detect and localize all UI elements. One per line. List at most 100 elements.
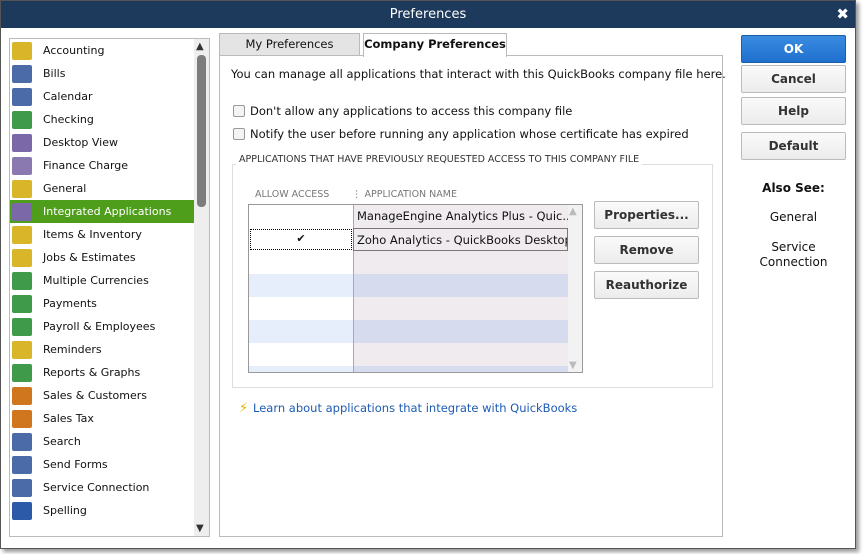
reminders-icon: [12, 340, 32, 359]
allow-access-cell[interactable]: [249, 320, 353, 343]
sidebar-item-sales-customers[interactable]: Sales & Customers: [10, 384, 194, 407]
sidebar-item-label: Payments: [43, 297, 97, 310]
sidebar-item-reports-graphs[interactable]: Reports & Graphs: [10, 361, 194, 384]
intro-text: You can manage all applications that int…: [231, 67, 726, 81]
sidebar-item-jobs-estimates[interactable]: Jobs & Estimates: [10, 246, 194, 269]
scroll-down-icon[interactable]: ▼: [196, 523, 204, 534]
notify-checkbox[interactable]: [233, 128, 245, 140]
allow-access-cell[interactable]: ✔: [249, 228, 353, 251]
sidebar-item-label: Checking: [43, 113, 94, 126]
items-inventory-icon: [12, 225, 32, 244]
sidebar-item-calendar[interactable]: Calendar: [10, 85, 194, 108]
sidebar-item-label: Desktop View: [43, 136, 118, 149]
sidebar-item-general[interactable]: General: [10, 177, 194, 200]
application-name-cell[interactable]: [353, 274, 568, 297]
table-row[interactable]: ✔ Zoho Analytics - QuickBooks Desktop: [249, 228, 568, 251]
allow-access-cell[interactable]: [249, 343, 353, 366]
multiple-currencies-icon: [12, 271, 32, 290]
send-forms-icon: [12, 455, 32, 474]
scroll-thumb[interactable]: [197, 55, 206, 207]
applications-table: ▲ ▼ ManageEngine Analytics Plus - Quic...…: [248, 204, 583, 373]
ok-button[interactable]: OK: [741, 35, 846, 63]
application-name-cell[interactable]: [353, 251, 568, 274]
learn-link[interactable]: Learn about applications that integrate …: [253, 401, 577, 415]
table-row[interactable]: [249, 343, 568, 366]
tab-my-preferences[interactable]: My Preferences: [219, 33, 360, 56]
dont-allow-checkbox[interactable]: [233, 105, 245, 117]
sidebar-item-integrated-applications[interactable]: Integrated Applications: [10, 200, 194, 223]
sidebar-item-search[interactable]: Search: [10, 430, 194, 453]
application-name-cell[interactable]: [353, 366, 568, 372]
application-name-cell[interactable]: ManageEngine Analytics Plus - Quic...: [353, 205, 568, 228]
search-icon: [12, 432, 32, 451]
sidebar-item-payments[interactable]: Payments: [10, 292, 194, 315]
cancel-button[interactable]: Cancel: [741, 65, 846, 93]
sales-customers-icon: [12, 386, 32, 405]
calendar-icon: [12, 87, 32, 106]
default-button[interactable]: Default: [741, 132, 846, 160]
sidebar-item-label: Reminders: [43, 343, 102, 356]
preferences-dialog: Preferences ✖ ▲ ▼ Accounting Bills Calendar C…: [0, 0, 856, 549]
sidebar-item-reminders[interactable]: Reminders: [10, 338, 194, 361]
general-icon: [12, 179, 32, 198]
application-name-cell[interactable]: Zoho Analytics - QuickBooks Desktop: [353, 228, 568, 251]
col-allow-access[interactable]: ALLOW ACCESS: [255, 189, 329, 200]
sidebar-item-label: Send Forms: [43, 458, 108, 471]
sidebar-item-label: Service Connection: [43, 481, 150, 494]
title-bar: Preferences ✖: [1, 1, 855, 28]
table-row[interactable]: [249, 320, 568, 343]
close-icon[interactable]: ✖: [836, 1, 849, 28]
reauthorize-button[interactable]: Reauthorize: [594, 271, 699, 299]
sidebar-item-label: General: [43, 182, 87, 195]
table-row[interactable]: [249, 297, 568, 320]
list-scrollbar[interactable]: ▲ ▼: [194, 39, 209, 536]
spelling-icon: [12, 501, 32, 520]
application-name-cell[interactable]: [353, 343, 568, 366]
finance-charge-icon: [12, 156, 32, 175]
table-row[interactable]: [249, 251, 568, 274]
table-row[interactable]: [249, 274, 568, 297]
sidebar-item-items-inventory[interactable]: Items & Inventory: [10, 223, 194, 246]
allow-access-cell[interactable]: [249, 251, 353, 274]
sidebar-item-bills[interactable]: Bills: [10, 62, 194, 85]
sidebar-item-sales-tax[interactable]: Sales Tax: [10, 407, 194, 430]
service-line2: Connection: [759, 255, 828, 269]
allow-access-cell[interactable]: [249, 274, 353, 297]
scroll-up-icon[interactable]: ▲: [569, 206, 577, 217]
sidebar-item-send-forms[interactable]: Send Forms: [10, 453, 194, 476]
table-row[interactable]: ManageEngine Analytics Plus - Quic...: [249, 205, 568, 228]
allow-access-cell[interactable]: [249, 297, 353, 320]
table-scrollbar[interactable]: ▲ ▼: [567, 205, 582, 372]
lightning-icon: ⚡: [239, 401, 249, 416]
also-see-service-connection[interactable]: Service Connection: [741, 240, 846, 270]
desktop-view-icon: [12, 133, 32, 152]
sidebar-item-desktop-view[interactable]: Desktop View: [10, 131, 194, 154]
sidebar-item-label: Reports & Graphs: [43, 366, 141, 379]
scroll-down-icon[interactable]: ▼: [569, 360, 577, 371]
remove-button[interactable]: Remove: [594, 236, 699, 264]
dont-allow-label[interactable]: Don't allow any applications to access t…: [250, 104, 572, 118]
sidebar-item-multiple-currencies[interactable]: Multiple Currencies: [10, 269, 194, 292]
scroll-up-icon[interactable]: ▲: [196, 41, 204, 52]
help-button[interactable]: Help: [741, 97, 846, 125]
table-row[interactable]: [249, 366, 568, 372]
properties-button[interactable]: Properties...: [594, 201, 699, 229]
notify-label[interactable]: Notify the user before running any appli…: [250, 127, 689, 141]
sidebar-item-label: Search: [43, 435, 81, 448]
col-application-name[interactable]: ⋮ APPLICATION NAME: [352, 189, 457, 200]
sidebar-item-payroll-employees[interactable]: Payroll & Employees: [10, 315, 194, 338]
application-name-cell[interactable]: [353, 297, 568, 320]
sidebar-item-accounting[interactable]: Accounting: [10, 39, 194, 62]
sidebar-item-finance-charge[interactable]: Finance Charge: [10, 154, 194, 177]
also-see-heading: Also See:: [762, 181, 825, 195]
sidebar-item-label: Sales & Customers: [43, 389, 148, 402]
tab-company-preferences[interactable]: Company Preferences: [363, 33, 507, 57]
allow-access-cell[interactable]: [249, 366, 353, 372]
sidebar-item-label: Multiple Currencies: [43, 274, 149, 287]
sidebar-item-checking[interactable]: Checking: [10, 108, 194, 131]
application-name-cell[interactable]: [353, 320, 568, 343]
sidebar-item-spelling[interactable]: Spelling: [10, 499, 194, 522]
also-see-general[interactable]: General: [741, 210, 846, 224]
sidebar-item-service-connection[interactable]: Service Connection: [10, 476, 194, 499]
allow-access-cell[interactable]: [249, 205, 353, 228]
